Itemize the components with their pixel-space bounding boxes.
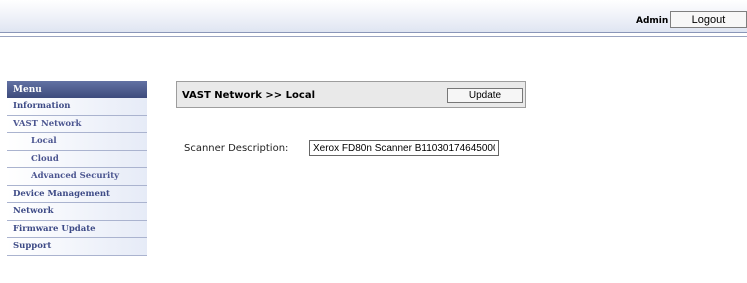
sidebar-item-device-management[interactable]: Device Management — [7, 185, 147, 203]
scanner-description-label: Scanner Description: — [184, 143, 289, 154]
breadcrumb: VAST Network >> Local — [182, 90, 315, 101]
admin-user-label: Admin — [636, 16, 669, 26]
top-header-bar — [0, 0, 747, 33]
sidebar-item-support[interactable]: Support — [7, 238, 147, 256]
sidebar-item-information[interactable]: Information — [7, 98, 147, 116]
menu-title: Menu — [7, 81, 147, 98]
sidebar-item-vast-network[interactable]: VAST Network — [7, 115, 147, 133]
logout-button[interactable]: Logout — [670, 11, 747, 28]
scanner-description-input[interactable] — [309, 140, 499, 156]
sidebar-item-firmware-update[interactable]: Firmware Update — [7, 220, 147, 238]
header-divider — [0, 36, 747, 37]
sidebar-item-cloud[interactable]: Cloud — [7, 150, 147, 168]
update-button[interactable]: Update — [447, 88, 523, 103]
sidebar-item-advanced-security[interactable]: Advanced Security — [7, 168, 147, 186]
sidebar-item-network[interactable]: Network — [7, 203, 147, 221]
panel-header: VAST Network >> Local Update — [176, 81, 526, 108]
sidebar-item-local[interactable]: Local — [7, 133, 147, 151]
sidebar-menu: Menu Information VAST Network Local Clou… — [7, 81, 147, 256]
